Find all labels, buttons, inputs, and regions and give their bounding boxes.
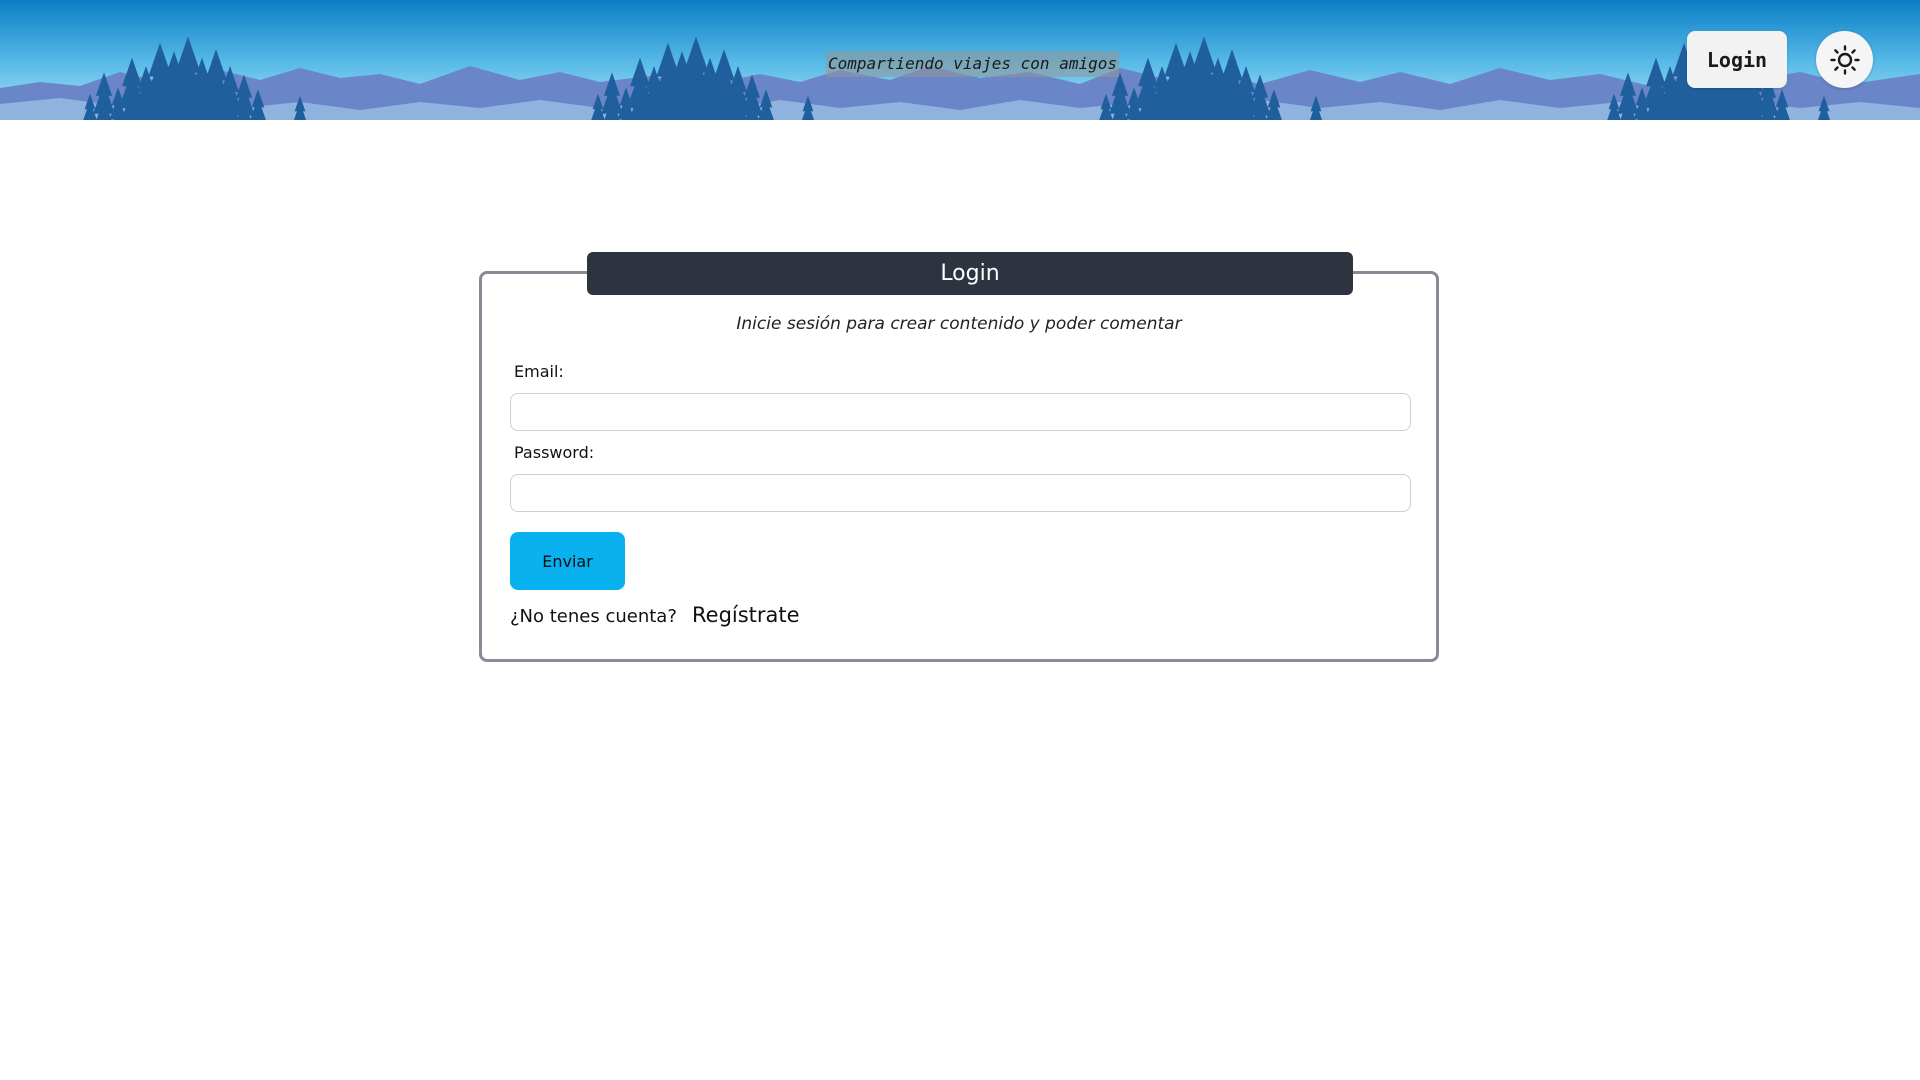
header-login-button[interactable]: Login — [1687, 31, 1787, 88]
register-prompt: ¿No tenes cuenta? Regístrate — [510, 603, 800, 627]
submit-button[interactable]: Enviar — [510, 532, 625, 590]
login-card-title: Login — [587, 252, 1353, 295]
email-label: Email: — [514, 362, 564, 381]
no-account-text: ¿No tenes cuenta? — [510, 606, 677, 627]
password-field[interactable] — [510, 474, 1411, 512]
sun-icon — [1829, 44, 1860, 75]
password-label: Password: — [514, 443, 595, 462]
login-subtitle: Inicie sesión para crear contenido y pod… — [736, 314, 1182, 334]
theme-toggle-button[interactable] — [1816, 31, 1873, 88]
email-field[interactable] — [510, 393, 1411, 431]
register-link[interactable]: Regístrate — [692, 603, 800, 627]
site-tagline: Compartiendo viajes con amigos — [826, 51, 1119, 77]
